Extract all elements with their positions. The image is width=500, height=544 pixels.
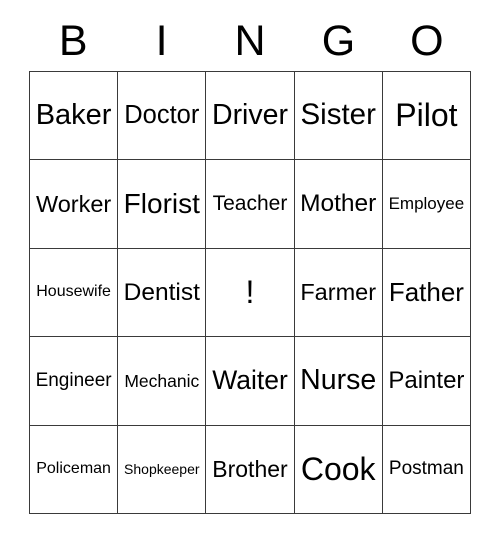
bingo-cell[interactable]: Nurse: [294, 337, 383, 426]
bingo-header-letter-o: O: [410, 17, 444, 65]
bingo-cell-label: Pilot: [395, 96, 458, 133]
bingo-cell[interactable]: Housewife: [30, 248, 119, 338]
bingo-cell[interactable]: Mechanic: [118, 337, 207, 426]
bingo-cell-label: Driver: [211, 98, 288, 131]
bingo-cell-label: Florist: [123, 188, 200, 220]
bingo-cell[interactable]: Sister: [294, 72, 383, 161]
bingo-cell[interactable]: Painter: [382, 337, 471, 426]
bingo-cell-label: Brother: [212, 456, 288, 483]
bingo-cell-label: Housewife: [36, 283, 111, 301]
bingo-cell-label: Doctor: [124, 101, 200, 130]
bingo-cell-label: Mechanic: [124, 370, 200, 391]
bingo-free-space-label: !: [245, 273, 255, 310]
bingo-grid: Baker Doctor Driver Sister Pilot Worker …: [29, 71, 471, 514]
bingo-cell[interactable]: Father: [382, 248, 471, 338]
bingo-header-letter-i: I: [155, 17, 168, 65]
bingo-header-letter-b: B: [58, 17, 88, 65]
bingo-cell-label: Mother: [300, 190, 377, 218]
bingo-cell-label: Waiter: [212, 364, 288, 395]
bingo-cell[interactable]: Employee: [382, 160, 471, 249]
bingo-cell[interactable]: Shopkeeper: [118, 425, 207, 514]
bingo-cell-label: Employee: [388, 194, 465, 214]
bingo-cell-label: Father: [388, 276, 464, 307]
bingo-cell[interactable]: Brother: [206, 425, 295, 514]
bingo-cell-label: Painter: [388, 367, 465, 395]
bingo-cell[interactable]: Teacher: [206, 160, 295, 249]
bingo-cell-free-space[interactable]: !: [206, 248, 295, 338]
bingo-header-letter-g: G: [321, 17, 356, 65]
bingo-cell-label: Farmer: [300, 279, 377, 306]
bingo-cell[interactable]: Baker: [30, 72, 119, 161]
bingo-cell-label: Cook: [300, 450, 376, 487]
bingo-cell-label: Postman: [388, 458, 464, 480]
bingo-cell[interactable]: Engineer: [30, 337, 119, 426]
bingo-cell[interactable]: Waiter: [206, 337, 295, 426]
bingo-cell-label: Engineer: [35, 369, 112, 391]
bingo-cell[interactable]: Pilot: [382, 72, 471, 161]
bingo-cell-label: Shopkeeper: [124, 460, 200, 477]
bingo-cell[interactable]: Florist: [118, 160, 207, 249]
bingo-header-letter-n: N: [234, 17, 266, 65]
bingo-cell[interactable]: Postman: [382, 425, 471, 514]
bingo-cell-label: Nurse: [300, 363, 377, 396]
bingo-cell[interactable]: Dentist: [118, 248, 207, 338]
bingo-cell[interactable]: Worker: [30, 160, 119, 249]
bingo-cell[interactable]: Driver: [206, 72, 295, 161]
bingo-card: B I N G O Baker Doctor Driver Sister Pil…: [29, 0, 471, 514]
bingo-cell-label: Worker: [35, 190, 112, 217]
bingo-cell[interactable]: Doctor: [118, 72, 207, 161]
bingo-cell[interactable]: Farmer: [294, 248, 383, 338]
bingo-cell-label: Policeman: [36, 459, 111, 477]
bingo-header-row: B I N G O: [29, 0, 471, 71]
bingo-cell-label: Baker: [35, 99, 112, 132]
bingo-cell-label: Dentist: [123, 278, 200, 306]
bingo-cell[interactable]: Cook: [294, 425, 383, 514]
bingo-cell-label: Teacher: [212, 192, 288, 216]
bingo-cell-label: Sister: [300, 98, 376, 132]
bingo-cell[interactable]: Policeman: [30, 425, 119, 514]
bingo-cell[interactable]: Mother: [294, 160, 383, 249]
